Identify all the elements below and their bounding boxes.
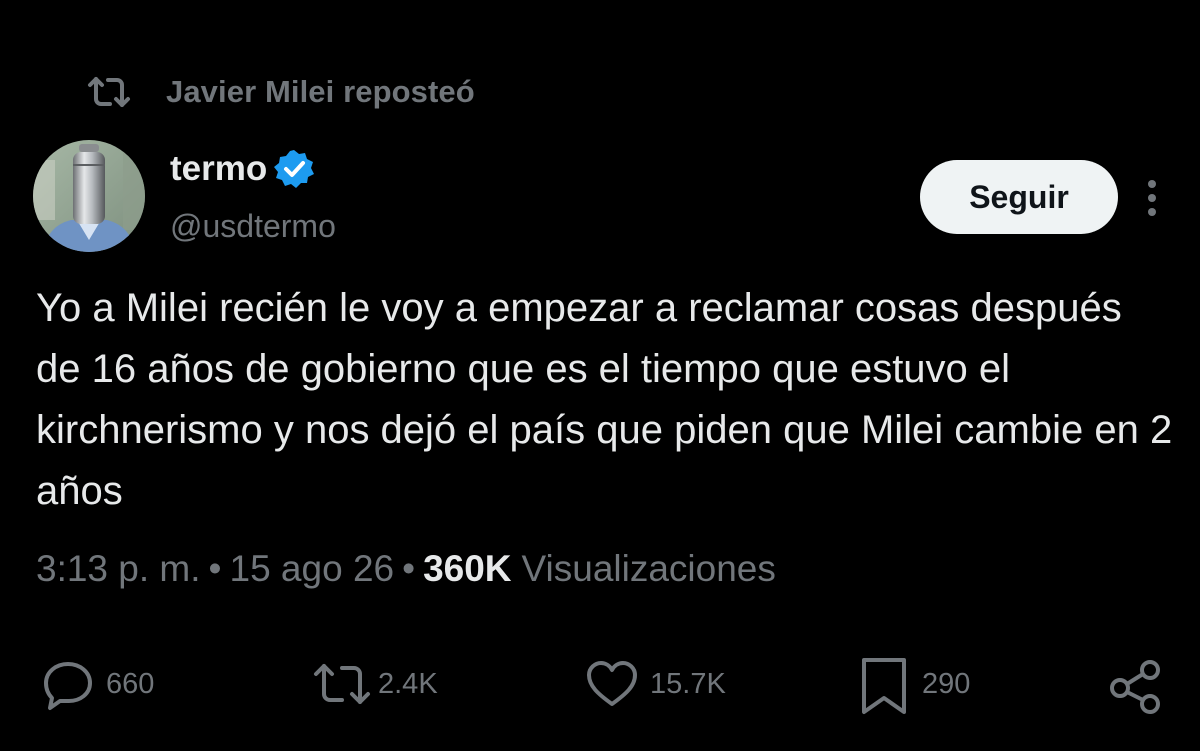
tweet-date[interactable]: 15 ago 26 bbox=[230, 548, 395, 590]
meta-separator: • bbox=[208, 548, 222, 589]
tweet-text: Yo a Milei recién le voy a empezar a rec… bbox=[36, 286, 1173, 513]
follow-button[interactable]: Seguir bbox=[920, 160, 1118, 234]
tweet-meta: 3:13 p. m. • 15 ago 26 • 360K Visualizac… bbox=[36, 548, 776, 590]
views-label: Visualizaciones bbox=[521, 548, 776, 589]
bookmark-button[interactable]: 290 bbox=[856, 656, 971, 714]
repost-icon bbox=[86, 75, 132, 109]
reply-button[interactable]: 660 bbox=[40, 656, 154, 712]
share-icon bbox=[1106, 656, 1162, 714]
repost-icon bbox=[312, 656, 370, 712]
reply-count: 660 bbox=[106, 667, 155, 700]
more-vertical-icon[interactable] bbox=[1140, 176, 1164, 220]
meta-separator: • bbox=[402, 548, 416, 589]
share-button[interactable] bbox=[1106, 656, 1162, 714]
author-name: termo bbox=[170, 149, 268, 188]
tweet-time[interactable]: 3:13 p. m. bbox=[36, 548, 201, 590]
bookmark-count: 290 bbox=[922, 667, 971, 700]
verified-badge-icon bbox=[273, 148, 315, 190]
like-count: 15.7K bbox=[650, 667, 726, 700]
bookmark-icon bbox=[856, 656, 912, 714]
repost-label: Javier Milei reposteó bbox=[166, 74, 475, 109]
repost-indicator[interactable]: Javier Milei reposteó bbox=[86, 68, 475, 116]
avatar[interactable] bbox=[33, 140, 145, 252]
author-handle[interactable]: @usdtermo bbox=[170, 208, 336, 245]
repost-button[interactable]: 2.4K bbox=[312, 656, 438, 712]
views-count: 360K bbox=[423, 548, 512, 589]
heart-icon bbox=[584, 656, 640, 712]
reply-icon bbox=[40, 656, 96, 712]
author-name-row[interactable]: termo bbox=[170, 146, 315, 192]
repost-count: 2.4K bbox=[378, 667, 438, 700]
like-button[interactable]: 15.7K bbox=[584, 656, 726, 712]
